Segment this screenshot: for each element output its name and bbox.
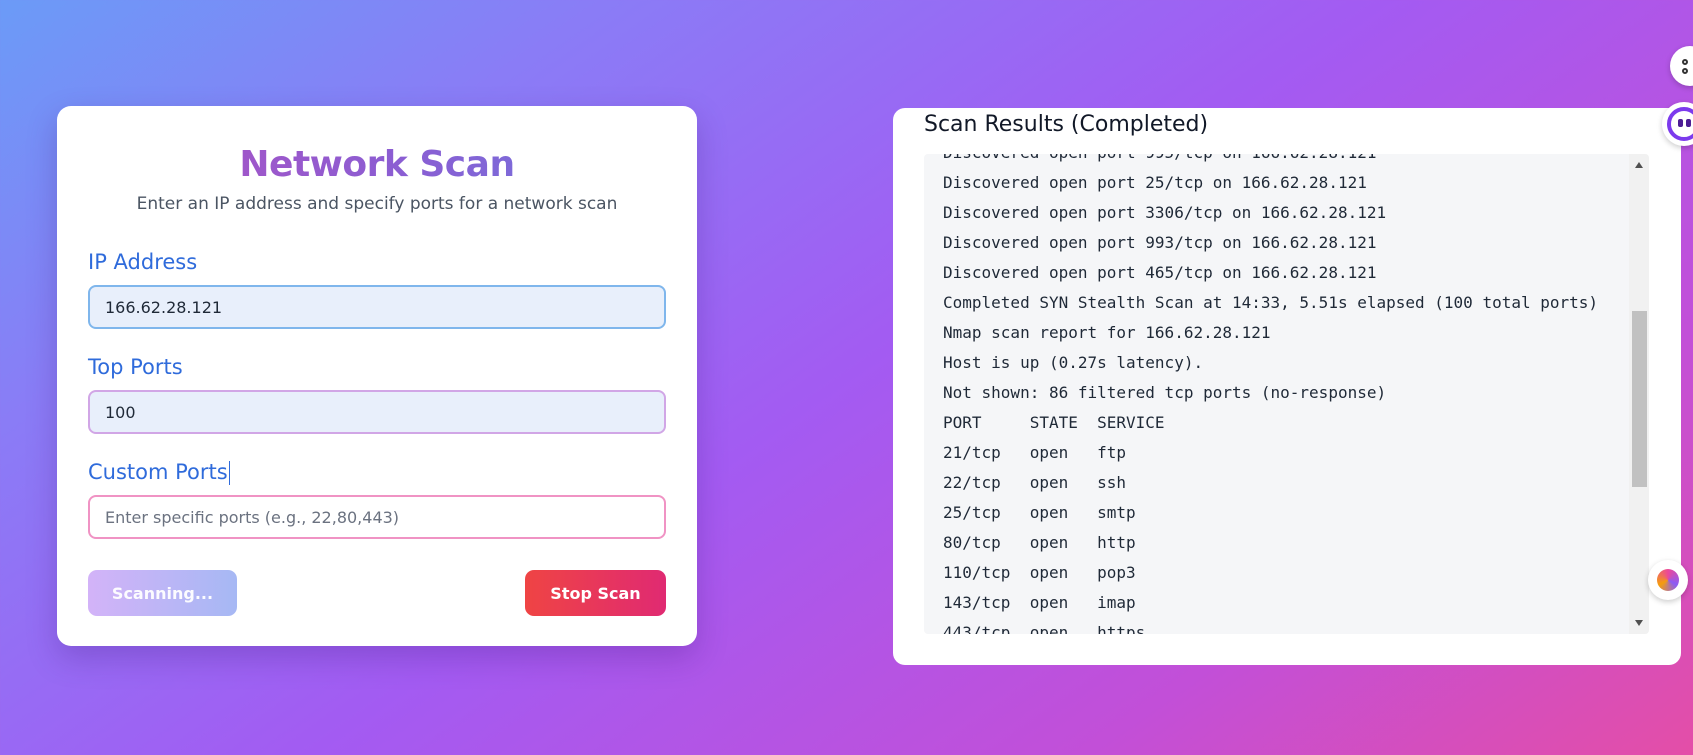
results-lines: Discovered open port 995/tcp on 166.62.2… xyxy=(943,154,1625,634)
result-line: Discovered open port 995/tcp on 166.62.2… xyxy=(943,154,1625,168)
stop-scan-button[interactable]: Stop Scan xyxy=(525,570,666,616)
scan-results-card: Scan Results (Completed) Discovered open… xyxy=(893,108,1681,665)
top-ports-input[interactable] xyxy=(88,390,666,434)
page-subtitle: Enter an IP address and specify ports fo… xyxy=(136,194,618,214)
ip-address-label: IP Address xyxy=(88,250,198,274)
top-ports-label: Top Ports xyxy=(88,355,183,379)
result-line: Not shown: 86 filtered tcp ports (no-res… xyxy=(943,383,1387,402)
custom-ports-label: Custom Ports xyxy=(88,460,228,484)
results-title: Scan Results (Completed) xyxy=(924,112,1209,137)
result-line: Discovered open port 993/tcp on 166.62.2… xyxy=(943,233,1377,252)
extension-icon[interactable] xyxy=(1648,560,1688,600)
result-line: 21/tcp open ftp xyxy=(943,443,1127,462)
custom-ports-label-wrap: Custom Ports xyxy=(88,460,230,485)
network-scan-card: Network Scan Enter an IP address and spe… xyxy=(57,106,697,646)
result-line: Discovered open port 3306/tcp on 166.62.… xyxy=(943,203,1387,222)
result-line: 143/tcp open imap xyxy=(943,593,1136,612)
scrollbar-thumb[interactable] xyxy=(1632,311,1647,487)
result-line: 22/tcp open ssh xyxy=(943,473,1127,492)
result-line: 80/tcp open http xyxy=(943,533,1136,552)
result-line: 110/tcp open pop3 xyxy=(943,563,1136,582)
ip-address-input[interactable] xyxy=(88,285,666,329)
result-line: Discovered open port 25/tcp on 166.62.28… xyxy=(943,173,1367,192)
result-line: PORT STATE SERVICE xyxy=(943,413,1165,432)
result-line: 25/tcp open smtp xyxy=(943,503,1136,522)
scanning-button[interactable]: Scanning... xyxy=(88,570,237,616)
result-line: Host is up (0.27s latency). xyxy=(943,353,1204,372)
text-caret xyxy=(228,461,230,485)
result-line: Discovered open port 465/tcp on 166.62.2… xyxy=(943,263,1377,282)
result-line: Nmap scan report for 166.62.28.121 xyxy=(943,323,1271,342)
page-title: Network Scan xyxy=(57,144,697,185)
scroll-down-arrow-icon[interactable] xyxy=(1635,620,1643,626)
result-line: Completed SYN Stealth Scan at 14:33, 5.5… xyxy=(943,293,1599,312)
link-icon[interactable] xyxy=(1670,46,1693,86)
custom-ports-input[interactable] xyxy=(88,495,666,539)
scroll-up-arrow-icon[interactable] xyxy=(1635,162,1643,168)
result-line: 443/tcp open https xyxy=(943,623,1146,634)
results-scrollbar[interactable] xyxy=(1629,154,1649,634)
results-output[interactable]: Discovered open port 995/tcp on 166.62.2… xyxy=(924,154,1649,634)
